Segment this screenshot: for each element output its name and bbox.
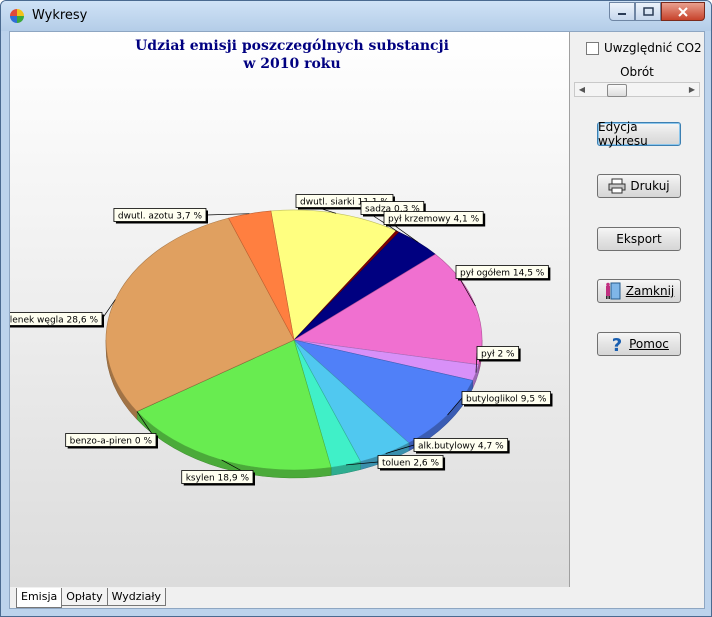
scroll-left-arrow-icon[interactable]: ◀ <box>575 83 589 96</box>
door-exit-icon <box>604 282 622 300</box>
print-label: Drukuj <box>630 179 670 193</box>
close-icon <box>678 6 688 17</box>
slice-label-alk-butylowy: alk.butylowy 4,7 % <box>413 438 510 454</box>
chart-title-line-2: w 2010 roku <box>242 56 340 72</box>
close-label: Zamknij <box>625 284 675 298</box>
edit-chart-label: Edycja wykresu <box>598 120 648 148</box>
close-button[interactable]: Zamknij <box>597 279 681 303</box>
slice-label-text: butyloglikol 9,5 % <box>466 395 547 405</box>
tab-bar: Emisja Opłaty Wydziały <box>16 588 166 608</box>
maximize-button[interactable] <box>635 2 661 21</box>
slice-label-dwutl-azotu: dwutl. azotu 3,7 % <box>113 208 208 224</box>
slice-label-text: benzo-a-piren 0 % <box>70 437 153 447</box>
slice-label-butyloglikol: butyloglikol 9,5 % <box>461 391 553 407</box>
close-window-button[interactable] <box>661 2 705 21</box>
slice-label-ksylen: ksylen 18,9 % <box>181 470 255 486</box>
client-area: Udział emisji poszczególnych substancji … <box>9 31 705 609</box>
title-bar[interactable]: Wykresy <box>1 1 711 31</box>
slice-label-text: ksylen 18,9 % <box>186 474 250 484</box>
slice-label-text: pył 2 % <box>481 350 515 360</box>
co2-checkbox-row[interactable]: Uwzględnić CO2 <box>586 41 702 55</box>
slice-label-text: pył krzemowy 4,1 % <box>388 215 480 225</box>
help-label: Pomoc <box>629 337 669 351</box>
tab-emisja[interactable]: Emisja <box>16 588 63 608</box>
tab-oplaty[interactable]: Opłaty <box>61 588 108 606</box>
slice-label-toluen: toluen 2,6 % <box>377 455 446 471</box>
edit-chart-button[interactable]: Edycja wykresu <box>597 120 681 148</box>
tab-wydzialy[interactable]: Wydziały <box>106 588 166 606</box>
help-button[interactable]: ? Pomoc <box>597 332 681 356</box>
export-button[interactable]: Eksport <box>597 227 681 251</box>
slice-label-tlenek-węgla: tlenek węgla 28,6 % <box>10 312 104 328</box>
printer-icon <box>608 178 626 194</box>
minimize-button[interactable] <box>609 2 635 21</box>
question-mark-icon: ? <box>609 335 625 353</box>
slice-label-pył-krzemowy: pył krzemowy 4,1 % <box>383 211 486 227</box>
main-window: Wykresy Udział emisji poszczególnych sub… <box>0 0 712 617</box>
rotation-slider-thumb[interactable] <box>607 84 627 97</box>
slice-label-text: toluen 2,6 % <box>382 459 440 469</box>
chart-panel: Udział emisji poszczególnych substancji … <box>10 32 570 587</box>
co2-checkbox-label: Uwzględnić CO2 <box>604 41 702 55</box>
slice-label-pył: pył 2 % <box>476 346 521 362</box>
scroll-right-arrow-icon[interactable]: ▶ <box>685 83 699 96</box>
rotation-slider[interactable]: ◀ ▶ <box>574 82 700 97</box>
rotation-label: Obrót <box>620 65 654 79</box>
chart-title-line-1: Udział emisji poszczególnych substancji <box>135 38 449 54</box>
minimize-icon <box>618 12 626 15</box>
export-label: Eksport <box>616 232 662 246</box>
window-title: Wykresy <box>32 8 88 23</box>
slice-label-text: pył ogółem 14,5 % <box>460 268 545 279</box>
slice-label-pył-ogółem: pył ogółem 14,5 % <box>455 265 551 281</box>
slice-label-text: tlenek węgla 28,6 % <box>10 316 98 326</box>
print-button[interactable]: Drukuj <box>597 174 681 198</box>
slice-label-benzo-a-piren: benzo-a-piren 0 % <box>65 433 158 449</box>
co2-checkbox[interactable] <box>586 41 599 55</box>
slice-label-text: alk.butylowy 4,7 % <box>418 442 504 452</box>
svg-text:?: ? <box>612 335 622 353</box>
pie-chart: Udział emisji poszczególnych substancji … <box>10 32 569 587</box>
maximize-icon <box>642 7 654 16</box>
side-panel: Uwzględnić CO2 Obrót ◀ ▶ Edycja wykresu <box>570 32 704 608</box>
slice-label-text: dwutl. azotu 3,7 % <box>118 212 203 222</box>
chart-app-icon <box>10 9 24 23</box>
